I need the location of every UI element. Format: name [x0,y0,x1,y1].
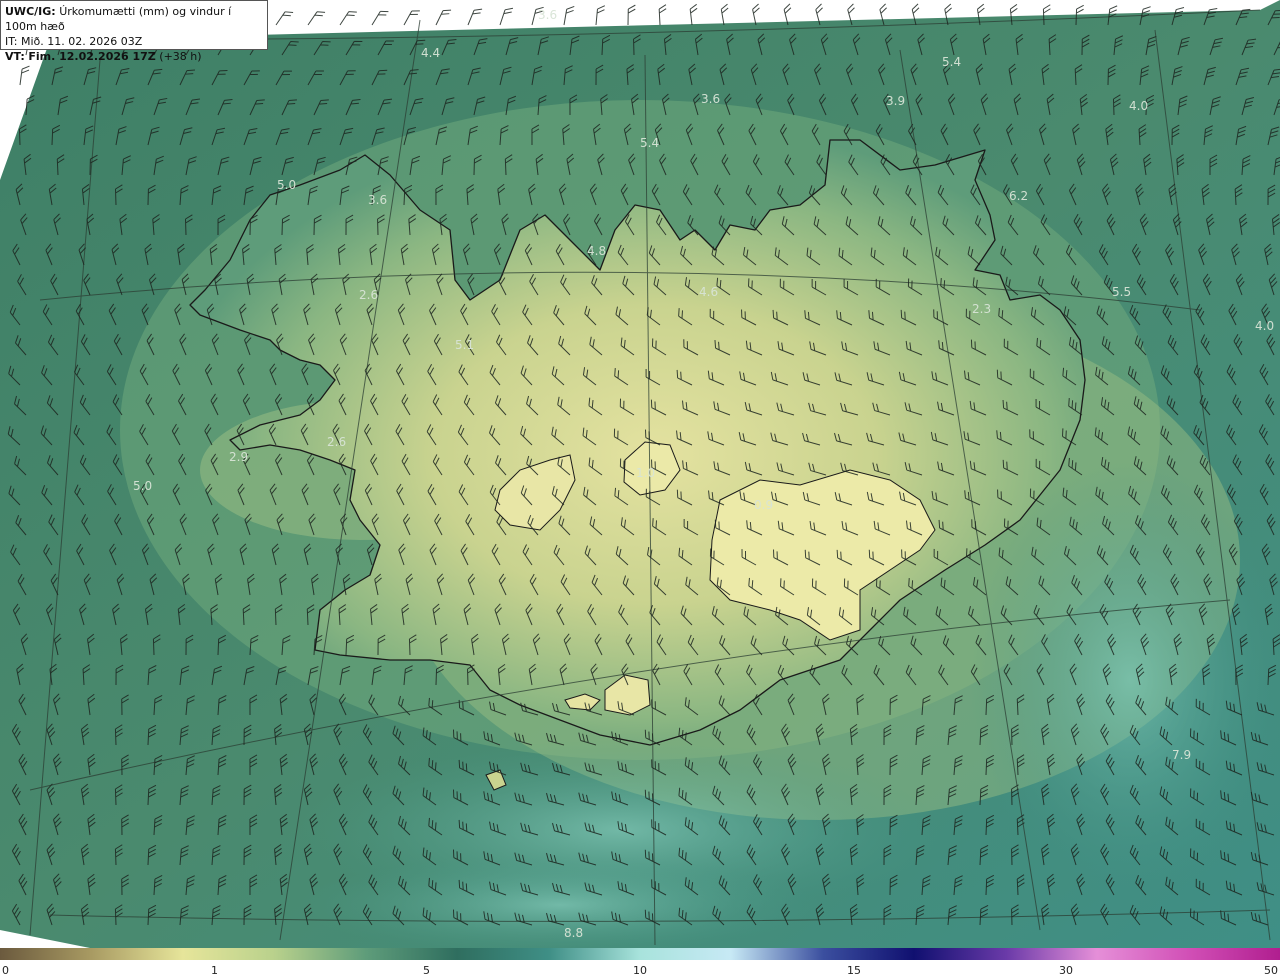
value-label: 4.0 [1129,99,1148,113]
value-label: 5.0 [277,178,296,192]
colorbar-tick: 1 [211,964,218,977]
value-label: 2.6 [327,435,346,449]
value-label: 2.9 [229,450,248,464]
colorbar-tick: 30 [1059,964,1073,977]
init-time-line: IT: Mið. 11. 02. 2026 03Z [5,35,143,48]
colorbar-tick: 0 [2,964,9,977]
value-label: 2.3 [972,302,991,316]
value-label: 3.6 [701,92,720,106]
title-line: UWC/IG: Úrkomumætti (mm) og vindur í 100… [5,5,232,33]
value-label: 5.4 [942,55,961,69]
map-info-box: UWC/IG: Úrkomumætti (mm) og vindur í 100… [0,0,268,63]
precipitation-wind-map: 3.6 4.4 5.4 3.6 3.9 4.0 5.4 5.0 6.2 3.6 … [0,0,1280,948]
value-label: 4.4 [421,46,440,60]
colorbar-tick: 10 [633,964,647,977]
value-label: 6.2 [1009,189,1028,203]
valid-time: Fim. 12.02.2026 17Z [28,50,156,63]
value-label: 4.6 [699,285,718,299]
value-label: 2.6 [359,288,378,302]
value-label: 3.6 [368,193,387,207]
value-label: 1.0 [636,466,655,480]
value-label: 5.1 [455,338,474,352]
colorbar-tick: 50 [1264,964,1278,977]
value-label: 3.9 [886,94,905,108]
value-label: 5.5 [1112,285,1131,299]
init-time: Mið. 11. 02. 2026 03Z [20,35,143,48]
value-label: 7.9 [1172,748,1191,762]
valid-time-line: VT: Fim. 12.02.2026 17Z (+38 h) [5,50,202,63]
value-label: 5.0 [133,479,152,493]
colorbar-tick: 5 [423,964,430,977]
colorbar [0,948,1280,960]
value-label: 5.4 [640,136,659,150]
value-label: 4.8 [587,244,606,258]
value-label: 8.8 [564,926,583,940]
lead-time: (+38 h) [159,50,202,63]
value-label: 0.9 [754,498,773,512]
value-label: 4.0 [1255,319,1274,333]
colorbar-tick: 15 [847,964,861,977]
value-label: 3.6 [538,8,557,22]
